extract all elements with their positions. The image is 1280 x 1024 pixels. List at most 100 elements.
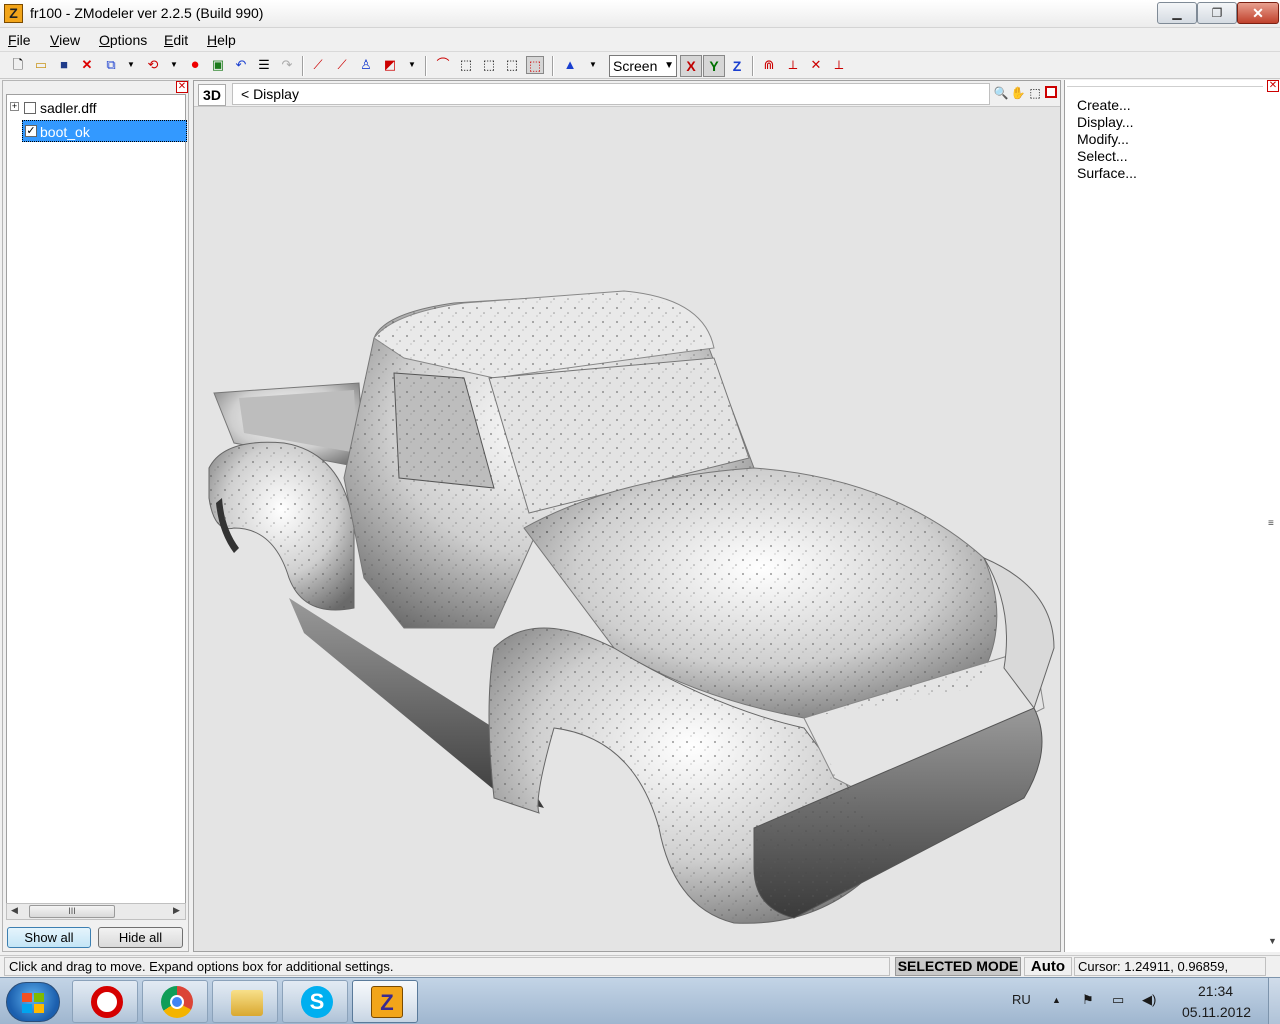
command-surface[interactable]: Surface...	[1077, 165, 1137, 182]
windows-taskbar: S Z RU ▲ ⚑ ▭ ◀) 21:34 05.11.2012	[0, 977, 1280, 1024]
save-icon[interactable]: ■	[55, 56, 73, 74]
box-icon[interactable]: ⬚	[457, 56, 475, 74]
select-point-icon[interactable]: ⟋	[333, 56, 351, 74]
dropdown-icon[interactable]: ▼	[122, 56, 140, 74]
tree-horizontal-scrollbar[interactable]: ◀ III ▶	[6, 903, 186, 920]
expand-icon[interactable]: +	[10, 102, 19, 111]
polygon-icon[interactable]: ⌒	[434, 56, 452, 74]
toolbar-separator	[425, 56, 427, 76]
delete-icon[interactable]: ✕	[78, 56, 96, 74]
dropdown-icon[interactable]: ▼	[165, 56, 183, 74]
menu-edit[interactable]: Edit	[164, 32, 188, 48]
tree-item-label: sadler.dff	[40, 100, 97, 116]
magnet-icon[interactable]: ⋒	[760, 56, 778, 74]
network-icon[interactable]: ▭	[1112, 992, 1124, 1008]
cone-icon[interactable]: ▲	[561, 56, 579, 74]
close-panel-icon[interactable]: ✕	[1267, 80, 1279, 92]
axis-rotate-icon[interactable]: ✕	[807, 56, 825, 74]
select-vertex-icon[interactable]: ⟋	[309, 56, 327, 74]
taskbar-chrome[interactable]	[142, 980, 208, 1023]
zmodeler-app-icon[interactable]: Z	[4, 4, 23, 23]
cube-alt-icon[interactable]: ⬚	[503, 56, 521, 74]
figure-icon[interactable]: ♙	[357, 56, 375, 74]
language-indicator[interactable]: RU	[1012, 992, 1031, 1007]
import-icon[interactable]: ⧉	[102, 56, 120, 74]
status-bar: Click and drag to move. Expand options b…	[0, 955, 1280, 991]
menu-view[interactable]: View	[50, 32, 80, 48]
visibility-checkbox[interactable]	[24, 102, 36, 114]
axis-move-icon[interactable]: ⟂	[784, 56, 802, 74]
show-desktop-button[interactable]	[1268, 978, 1280, 1024]
status-hint: Click and drag to move. Expand options b…	[4, 957, 890, 976]
notes-icon[interactable]: ☰	[255, 56, 273, 74]
chrome-icon	[161, 986, 193, 1018]
viewport-mode-button[interactable]: 3D	[198, 84, 226, 106]
action-center-flag-icon[interactable]: ⚑	[1082, 992, 1094, 1008]
scroll-down-icon[interactable]: ▼	[1268, 936, 1277, 946]
maximize-button[interactable]: ❐	[1197, 2, 1237, 24]
command-select[interactable]: Select...	[1077, 148, 1128, 165]
selected-mode-indicator[interactable]: SELECTED MODE	[895, 957, 1021, 976]
cube-icon[interactable]: ⬚	[480, 56, 498, 74]
taskbar-zmodeler[interactable]: Z	[352, 980, 418, 1023]
export-icon[interactable]: ⟲	[144, 56, 162, 74]
scroll-left-icon[interactable]: ◀	[11, 905, 18, 916]
main-toolbar: 🗋 ▭ ■ ✕ ⧉ ▼ ⟲ ▼ ● ▣ ↶ ☰ ↷ ⟋ ⟋ ♙ ◩ ▼ ⌒ ⬚ …	[0, 53, 1280, 79]
show-all-button[interactable]: Show all	[7, 927, 91, 948]
viewport-canvas[interactable]	[194, 108, 1060, 951]
tree-item-boot-ok[interactable]: ✓ boot_ok	[22, 120, 187, 142]
record-icon[interactable]: ●	[186, 56, 204, 74]
zoom-icon[interactable]: 🔍	[993, 85, 1009, 101]
coordinate-space-select[interactable]: Screen ▼	[609, 55, 677, 77]
menu-bar: File View Options Edit Help	[0, 28, 1280, 52]
taskbar-opera[interactable]	[72, 980, 138, 1023]
command-display[interactable]: Display...	[1077, 114, 1134, 131]
open-folder-icon[interactable]: ▭	[32, 56, 50, 74]
viewport-display-menu[interactable]: < Display	[232, 83, 990, 105]
dropdown-icon[interactable]: ▼	[403, 56, 421, 74]
scroll-right-icon[interactable]: ▶	[173, 905, 180, 916]
close-button[interactable]: ✕	[1237, 2, 1279, 24]
cursor-coordinates: Cursor: 1.24911, 0.96859, -1.018	[1074, 957, 1266, 991]
axis-x-toggle[interactable]: X	[680, 55, 702, 77]
clock-date[interactable]: 05.11.2012	[1182, 1004, 1251, 1020]
viewport-close-icon[interactable]	[1045, 86, 1057, 98]
tree-item-sadler[interactable]: + sadler.dff	[7, 97, 183, 119]
tree-item-label: boot_ok	[40, 124, 90, 140]
fit-icon[interactable]: ⬚	[1027, 85, 1043, 101]
skype-icon: S	[301, 986, 333, 1018]
command-panel: ✕ Create... Display... Modify... Select.…	[1064, 80, 1280, 952]
viewport-3d[interactable]: 3D < Display 🔍 ✋ ⬚	[193, 80, 1061, 952]
object-tree: + sadler.dff ✓ boot_ok	[6, 94, 187, 904]
auto-mode-indicator[interactable]: Auto	[1024, 957, 1072, 976]
axis-y-toggle[interactable]: Y	[703, 55, 725, 77]
minimize-button[interactable]: ▁	[1157, 2, 1197, 24]
tray-expand-icon[interactable]: ▲	[1052, 995, 1061, 1005]
clock-time[interactable]: 21:34	[1198, 983, 1233, 999]
volume-icon[interactable]: ◀)	[1142, 992, 1156, 1008]
dropdown-icon[interactable]: ▼	[584, 56, 602, 74]
taskbar-skype[interactable]: S	[282, 980, 348, 1023]
new-file-icon[interactable]: 🗋	[9, 56, 27, 74]
command-modify[interactable]: Modify...	[1077, 131, 1129, 148]
start-button[interactable]	[6, 982, 60, 1022]
select-object-icon[interactable]: ◩	[381, 56, 399, 74]
close-panel-icon[interactable]: ✕	[176, 81, 188, 93]
redo-icon[interactable]: ↷	[278, 56, 296, 74]
splitter-grip-icon[interactable]: ≡	[1268, 518, 1274, 529]
command-create[interactable]: Create...	[1077, 97, 1131, 114]
menu-options[interactable]: Options	[99, 32, 147, 48]
taskbar-explorer[interactable]	[212, 980, 278, 1023]
image-icon[interactable]: ▣	[209, 56, 227, 74]
hide-all-button[interactable]: Hide all	[98, 927, 183, 948]
scroll-thumb[interactable]: III	[29, 905, 115, 918]
undo-icon[interactable]: ↶	[232, 56, 250, 74]
hand-icon[interactable]: ✋	[1010, 85, 1026, 101]
axis-z-toggle[interactable]: Z	[726, 55, 748, 77]
axis-scale-icon[interactable]: ⟂	[830, 56, 848, 74]
chevron-down-icon: ▼	[664, 60, 674, 71]
menu-help[interactable]: Help	[207, 32, 236, 48]
cube-selected-icon[interactable]: ⬚	[526, 56, 544, 74]
menu-file[interactable]: File	[8, 32, 31, 48]
visibility-checkbox[interactable]: ✓	[25, 125, 37, 137]
